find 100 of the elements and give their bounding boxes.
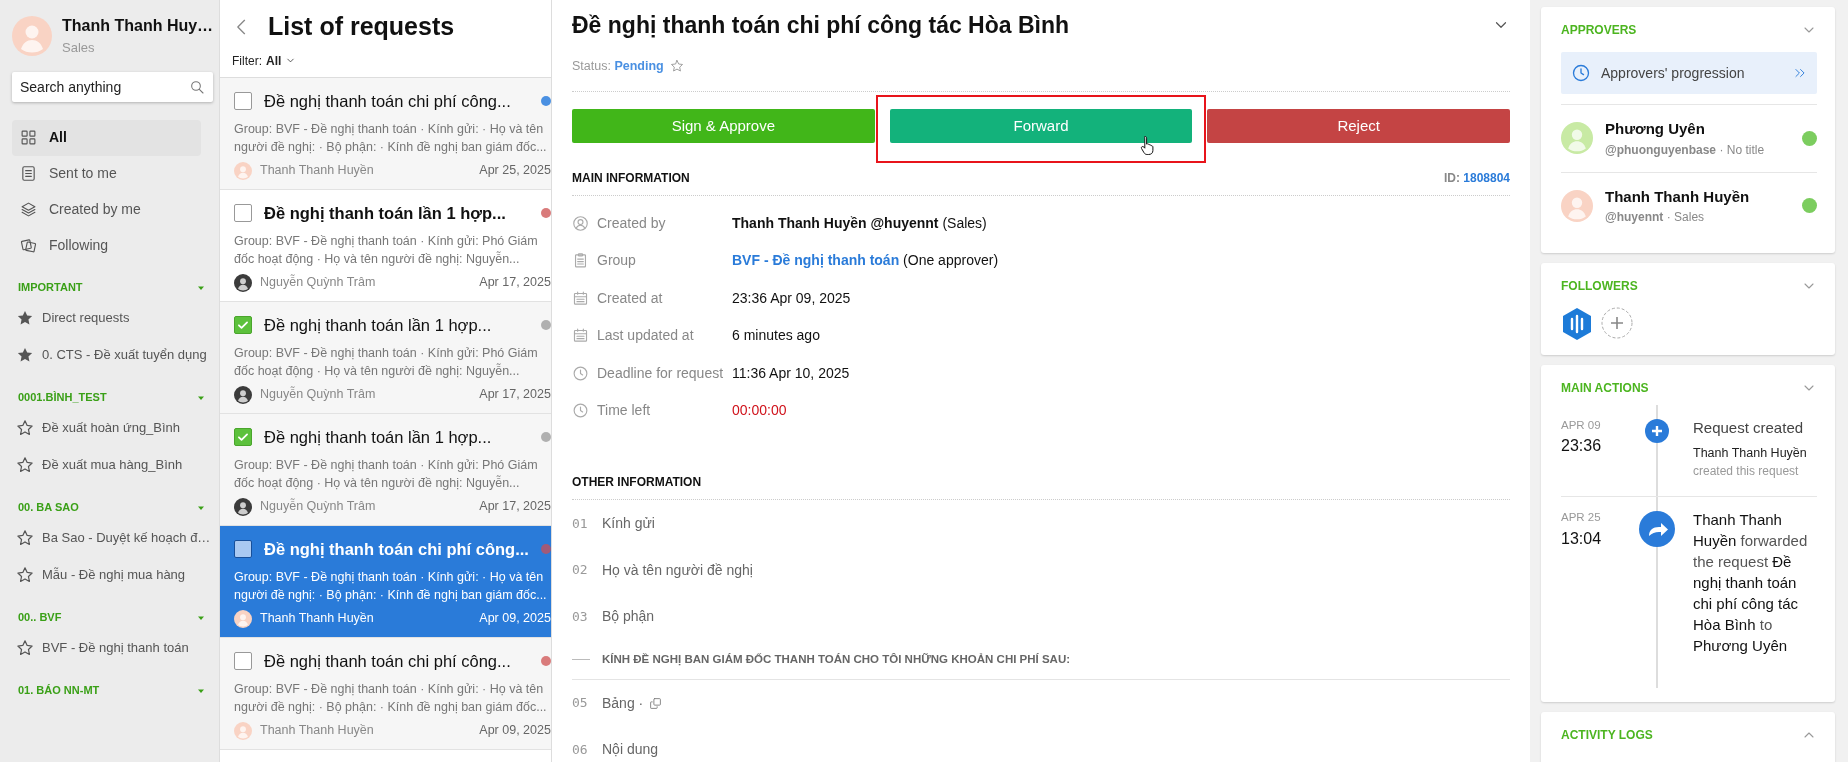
request-item[interactable]: Đề nghị thanh toán lần 1 hợp... Group: BVF - Đề nghị thanh toán · Kính gửi: Phó Giám đốc hoạt động · Họ và tên người đề nghị: Nguyễn... Nguyễn Quỳnh Trâm Apr 17, 2025 — [220, 301, 551, 414]
checkbox[interactable] — [234, 427, 252, 446]
request-item[interactable]: Đề nghị thanh toán chi phí công... Group: BVF - Đề nghị thanh toán · Kính gửi: · Họ và tên người đề nghị: · Bộ phận: · Kính đề nghị ban giám đốc... Thanh Thanh Huyền Apr 09, 2025 — [220, 637, 551, 750]
request-title: Đề nghị thanh toán chi phí công... — [264, 650, 512, 672]
request-date: Apr 17, 2025 — [479, 386, 551, 404]
user-name: Thanh Thanh Huy… — [62, 16, 214, 36]
entry-text: Thanh Thanh Huyền forwarded the request Đề nghị thanh toán chi phí công tác Hòa Bình to Phương Uyên — [1693, 510, 1809, 657]
request-title: Đề nghị thanh toán lần 1 hợp... — [264, 426, 493, 448]
search-field[interactable]: Search anything — [12, 71, 213, 102]
reject-button[interactable]: Reject — [1207, 109, 1510, 144]
section-title: OTHER INFORMATION — [572, 474, 702, 492]
double-chevron-icon — [1793, 66, 1807, 80]
clock-icon — [1571, 63, 1591, 83]
calendar-icon — [572, 327, 589, 344]
card-title: APPROVERS — [1561, 22, 1637, 39]
request-title: Đề nghị thanh toán lần 1 hợp... — [264, 314, 493, 336]
entry-title: Request created — [1693, 418, 1805, 438]
section-heading: KÍNH ĐỀ NGHỊ BAN GIÁM ĐỐC THANH TOÁN CHO TÔI NHỮNG KHOẢN CHI PHÍ SAU: — [602, 651, 1071, 668]
approver-handle: @phuonguyenbase · No title — [1605, 141, 1765, 159]
author-name: Thanh Thanh Huyền — [260, 722, 374, 740]
clock-icon — [572, 364, 589, 382]
request-date: Apr 25, 2025 — [479, 162, 551, 180]
plus-icon — [1645, 419, 1669, 443]
checkbox[interactable] — [234, 651, 252, 670]
author-name: Thanh Thanh Huyền — [260, 610, 374, 628]
field-label: Kính gửi — [602, 514, 655, 533]
field-value: 00:00:00 — [732, 401, 787, 420]
field-label: Deadline for request — [597, 363, 724, 383]
request-title: Đề nghị thanh toán lần 1 hợp... — [264, 202, 507, 224]
request-item[interactable]: Đề nghị thanh toán lần 1 hợp... Group: BVF - Đề nghị thanh toán · Kính gửi: Phó Giám đốc hoạt động · Họ và tên người đề nghị: Nguyễn... Nguyễn Quỳnh Trâm Apr 17, 2025 — [220, 413, 551, 526]
card-title: MAIN ACTIONS — [1561, 380, 1649, 397]
nav-item[interactable]: Created by me — [12, 191, 201, 228]
field-label: Bộ phận — [602, 607, 655, 626]
avatar-icon — [234, 721, 252, 740]
nav-item[interactable]: Sent to me — [12, 155, 201, 192]
search-icon — [189, 78, 205, 95]
entry-note: created this request — [1693, 463, 1800, 481]
request-title: Đề nghị thanh toán chi phí công tác Hòa Bình — [572, 11, 1070, 40]
field-label: Họ và tên người đề nghị — [602, 560, 753, 580]
group-link[interactable]: BVF - Đề nghị thanh toán — [732, 252, 900, 268]
field-label: Group — [597, 251, 636, 270]
star-icon[interactable] — [669, 58, 684, 73]
sidebar-item[interactable]: Đề xuất mua hàng_Bình — [12, 446, 215, 484]
field-value: 11:36 Apr 10, 2025 — [732, 363, 850, 383]
follower-icon[interactable] — [1561, 307, 1593, 341]
field-label: Last updated at — [597, 326, 694, 345]
request-item[interactable]: Đề nghị thanh toán chi phí công... Group: BVF - Đề nghị thanh toán · Kính gửi: · Họ và tên người đề nghị: · Bộ phận: · Kính đề nghị ban giám đốc... Thanh Thanh Huyền Apr 25, 2025 — [220, 77, 551, 190]
layers-icon — [20, 201, 37, 218]
nav-item[interactable]: All — [12, 119, 201, 156]
approver-name: Thanh Thanh Huyền — [1605, 186, 1750, 207]
entry-date: APR 09 — [1561, 418, 1602, 433]
avatar-icon — [234, 161, 252, 180]
entry-time: 13:04 — [1561, 528, 1603, 549]
checkbox[interactable] — [234, 91, 252, 110]
nav-item[interactable]: Following — [12, 227, 201, 264]
field-label: Bảng · — [602, 693, 644, 713]
document-icon — [20, 165, 37, 182]
checkbox[interactable] — [234, 539, 252, 558]
request-title: Đề nghị thanh toán chi phí công... — [264, 90, 512, 112]
request-id: ID: 1808804 — [1443, 170, 1510, 188]
request-date: Apr 17, 2025 — [479, 498, 551, 516]
user-role: Sales — [62, 39, 96, 57]
request-summary: Group: BVF - Đề nghị thanh toán · Kính gửi: Phó Giám đốc hoạt động · Họ và tên người đề nghị: Nguyễn... — [234, 457, 539, 493]
field-value: Thanh Thanh Huyền @huyennt (Sales) — [732, 213, 987, 233]
sidebar-item[interactable]: Direct requests — [12, 299, 215, 337]
approver-name: Phương Uyên — [1605, 119, 1706, 139]
sidebar-item[interactable]: BVF - Đề nghị thanh toán — [12, 629, 215, 667]
request-summary: Group: BVF - Đề nghị thanh toán · Kính gửi: · Họ và tên người đề nghị: · Bộ phận: · Kính đề nghị ban giám đốc... — [234, 121, 548, 157]
list-title: List of requests — [268, 11, 455, 42]
sidebar-item[interactable]: Đề xuất hoàn ứng_Bình — [12, 409, 215, 447]
checkbox[interactable] — [234, 315, 252, 334]
approver-handle: @huyennt · Sales — [1605, 209, 1706, 226]
field-number: 01 — [572, 514, 589, 533]
copy-icon[interactable] — [649, 696, 663, 710]
sidebar-item[interactable]: Mẫu - Đề nghị mua hàng — [12, 556, 215, 594]
sidebar-item[interactable]: Ba Sao - Duyệt kế hoạch đ… — [12, 519, 215, 557]
entry-time: 23:36 — [1561, 436, 1603, 457]
filter-dropdown[interactable]: Filter: All — [232, 51, 297, 70]
avatar-icon — [12, 15, 52, 56]
avatar-icon — [1561, 122, 1593, 155]
request-item[interactable]: Đề nghị thanh toán chi phí công... Group: BVF - Đề nghị thanh toán · Kính gửi: · Họ và tên người đề nghị: · Bộ phận: · Kính đề nghị ban giám đốc... Thanh Thanh Huyền Apr 09, 2025 — [220, 525, 551, 638]
request-date: Apr 09, 2025 — [479, 722, 551, 740]
clock-icon — [572, 402, 589, 419]
field-label: Time left — [597, 401, 651, 420]
progression-bar[interactable]: Approvers' progression — [1561, 52, 1817, 94]
sidebar-item[interactable]: 0. CTS - Đề xuất tuyển dụng — [12, 336, 215, 374]
section-title: MAIN INFORMATION — [572, 170, 690, 188]
avatar-icon — [234, 609, 252, 628]
field-number: 02 — [572, 561, 589, 580]
avatar-icon — [1561, 189, 1593, 222]
cards-icon — [20, 237, 37, 254]
checkbox[interactable] — [234, 203, 252, 222]
avatar-icon — [234, 385, 252, 404]
author-name: Nguyễn Quỳnh Trâm — [260, 497, 376, 516]
clipboard-icon — [572, 252, 589, 269]
grid-icon — [20, 129, 37, 146]
field-number: 06 — [572, 740, 589, 759]
entry-date: APR 25 — [1561, 510, 1602, 526]
calendar-icon — [572, 289, 589, 307]
add-follower-icon[interactable] — [1601, 307, 1633, 339]
